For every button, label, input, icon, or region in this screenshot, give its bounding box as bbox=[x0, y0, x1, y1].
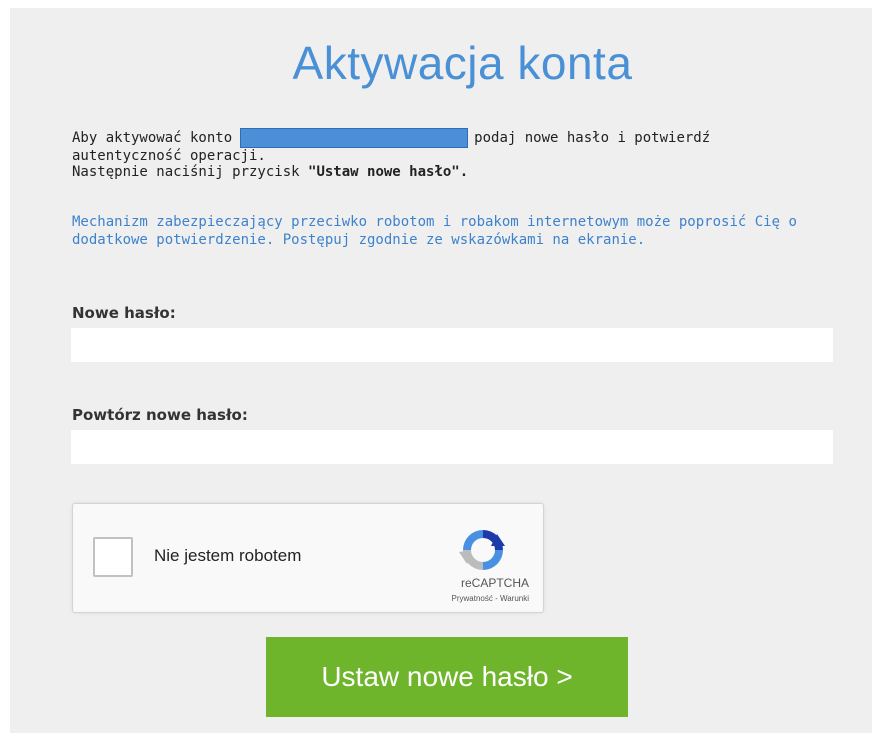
intro-text: Aby aktywować konto podaj nowe hasło i p… bbox=[72, 128, 832, 180]
recaptcha-terms-links[interactable]: Prywatność - Warunki bbox=[452, 594, 530, 603]
captcha-info-text: Mechanizm zabezpieczający przeciwko robo… bbox=[72, 214, 797, 248]
page-title: Aktywacja konta bbox=[292, 37, 633, 89]
repeat-password-label: Powtórz nowe hasło: bbox=[72, 406, 248, 424]
intro-line-3: Następnie naciśnij przycisk "Ustaw nowe … bbox=[72, 164, 832, 180]
set-new-password-button[interactable]: Ustaw nowe hasło > bbox=[266, 637, 628, 717]
new-password-label: Nowe hasło: bbox=[72, 304, 176, 322]
intro-line-3-text: Następnie naciśnij przycisk bbox=[72, 164, 309, 180]
captcha-checkbox[interactable] bbox=[93, 537, 133, 577]
activation-panel: Aktywacja konta Aby aktywować konto poda… bbox=[10, 8, 872, 733]
captcha-checkbox-label: Nie jestem robotem bbox=[154, 546, 302, 565]
intro-line-1-end: podaj nowe hasło i potwierdź bbox=[474, 130, 711, 146]
repeat-password-field[interactable] bbox=[71, 430, 833, 464]
intro-line-3-bold: "Ustaw nowe hasło". bbox=[308, 164, 469, 180]
recaptcha-logo-icon bbox=[459, 530, 505, 570]
intro-line-1: Aby aktywować konto podaj nowe hasło i p… bbox=[72, 128, 832, 148]
recaptcha-brand: reCAPTCHA bbox=[460, 576, 529, 590]
recaptcha-widget: Nie jestem robotem reCAPTCHA Prywatność … bbox=[72, 503, 544, 613]
new-password-field[interactable] bbox=[71, 328, 833, 362]
intro-line-1-start: Aby aktywować konto bbox=[72, 130, 233, 146]
intro-line-2: autentyczność operacji. bbox=[72, 148, 266, 164]
redacted-account-name bbox=[240, 128, 469, 148]
